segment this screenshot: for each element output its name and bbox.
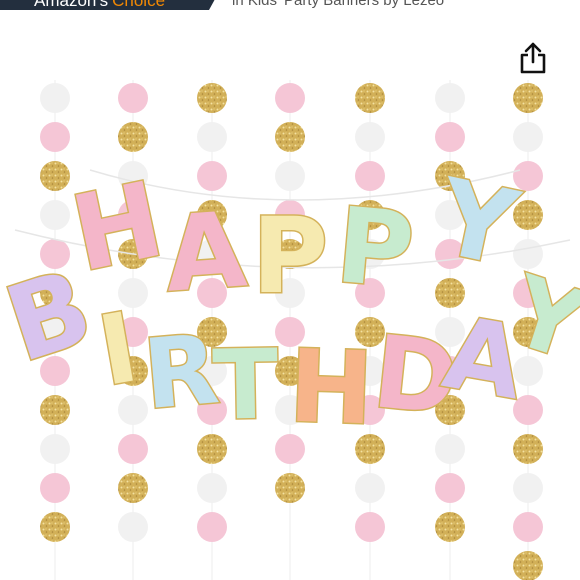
garland-dot (197, 122, 227, 152)
garland-dot (355, 473, 385, 503)
garland-dot (435, 434, 465, 464)
garland-dot (197, 473, 227, 503)
garland-dot (513, 551, 543, 580)
garland-dot (435, 512, 465, 542)
garland-dot (197, 161, 227, 191)
banner-letter: T (212, 328, 279, 441)
garland-dot (40, 512, 70, 542)
garland-dot (40, 200, 70, 230)
garland-dot (435, 122, 465, 152)
banner-letter: H (62, 158, 173, 295)
garland-dot (40, 473, 70, 503)
category-link[interactable]: in Kids' Party Banners by Lezeo (232, 0, 444, 9)
garland-dot (513, 512, 543, 542)
badge-word-choice: Choice (112, 0, 166, 10)
garland-dot (513, 395, 543, 425)
garland-dot (197, 512, 227, 542)
garland-dot (355, 512, 385, 542)
banner-letter: H (287, 328, 375, 448)
garland-dot (513, 434, 543, 464)
banner-letter: A (161, 188, 250, 315)
banner-letter: P (332, 184, 419, 312)
garland-dot (40, 395, 70, 425)
garland-dot (275, 83, 305, 113)
product-image[interactable]: HA P P YBIRT HDAY (0, 70, 580, 580)
garland-dot (435, 473, 465, 503)
garland-dot (513, 83, 543, 113)
garland-dot (355, 83, 385, 113)
garland-dot (355, 122, 385, 152)
amazons-choice-badge: Amazon's Choice (0, 0, 220, 10)
garland-dot (118, 434, 148, 464)
banner-letter: R (139, 313, 222, 431)
garland-dot (40, 122, 70, 152)
garland-dot (118, 83, 148, 113)
birthday-banner-letters: HA P P YBIRT HDAY (0, 153, 580, 449)
badge-word-amazons: Amazon's (34, 0, 109, 10)
garland-dot (118, 122, 148, 152)
garland-dot (275, 161, 305, 191)
garland-dot (513, 122, 543, 152)
banner-letter: I (91, 291, 146, 408)
garland-dot (40, 83, 70, 113)
garland-dot (40, 434, 70, 464)
garland-dot (513, 473, 543, 503)
banner-letter: P (252, 195, 328, 317)
garland-dot (118, 473, 148, 503)
garland-dot (275, 122, 305, 152)
garland-dot (118, 512, 148, 542)
garland-dot (197, 83, 227, 113)
garland-dot (435, 83, 465, 113)
garland-dot (275, 473, 305, 503)
